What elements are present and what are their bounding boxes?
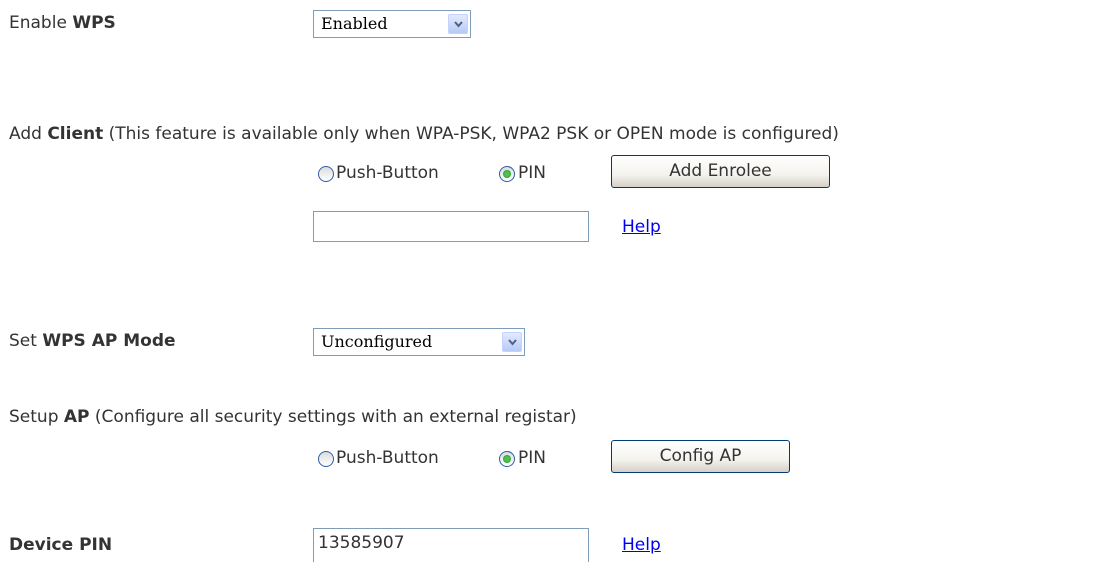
add-client-pin-radio[interactable] — [499, 166, 515, 182]
setup-ap-pin-radio[interactable] — [499, 451, 515, 467]
setup-ap-note: (Configure all security settings with an… — [94, 407, 577, 427]
add-enrolee-button[interactable]: Add Enrolee — [611, 155, 830, 188]
wps-ap-mode-label: Set WPS AP Mode — [9, 331, 176, 351]
wps-ap-mode-label-prefix: Set — [9, 331, 43, 351]
setup-ap-push-button-label: Push-Button — [336, 448, 439, 468]
add-client-help-link[interactable]: Help — [622, 217, 661, 237]
add-client-push-button-label: Push-Button — [336, 163, 439, 183]
wps-ap-mode-select-value: Unconfigured — [321, 332, 433, 351]
setup-ap-pin-label: PIN — [518, 448, 546, 468]
add-client-pin-label: PIN — [518, 163, 546, 183]
config-ap-button[interactable]: Config AP — [611, 440, 790, 473]
wps-ap-mode-label-bold: WPS AP Mode — [42, 331, 176, 351]
device-pin-field[interactable]: 13585907 — [313, 528, 589, 562]
enable-wps-label-prefix: Enable — [9, 13, 73, 33]
add-client-push-button-radio[interactable] — [318, 166, 334, 182]
chevron-down-icon[interactable] — [502, 332, 522, 352]
enable-wps-select-value: Enabled — [321, 14, 388, 33]
wps-ap-mode-select[interactable]: Unconfigured — [313, 328, 525, 356]
setup-ap-label: Setup AP (Configure all security setting… — [9, 407, 577, 427]
add-client-label: Add Client (This feature is available on… — [9, 124, 839, 144]
device-pin-help-link[interactable]: Help — [622, 535, 661, 555]
setup-ap-push-button-radio[interactable] — [318, 451, 334, 467]
device-pin-label: Device PIN — [9, 535, 113, 555]
add-client-note: (This feature is available only when WPA… — [108, 124, 839, 144]
add-client-label-prefix: Add — [9, 124, 48, 144]
setup-ap-label-prefix: Setup — [9, 407, 64, 427]
chevron-down-icon[interactable] — [448, 14, 468, 34]
add-client-label-bold: Client — [47, 124, 104, 144]
setup-ap-label-bold: AP — [63, 407, 90, 427]
enable-wps-label: Enable WPS — [9, 13, 116, 33]
enable-wps-label-bold: WPS — [72, 13, 116, 33]
add-client-pin-input[interactable] — [313, 211, 589, 242]
enable-wps-select[interactable]: Enabled — [313, 10, 471, 38]
